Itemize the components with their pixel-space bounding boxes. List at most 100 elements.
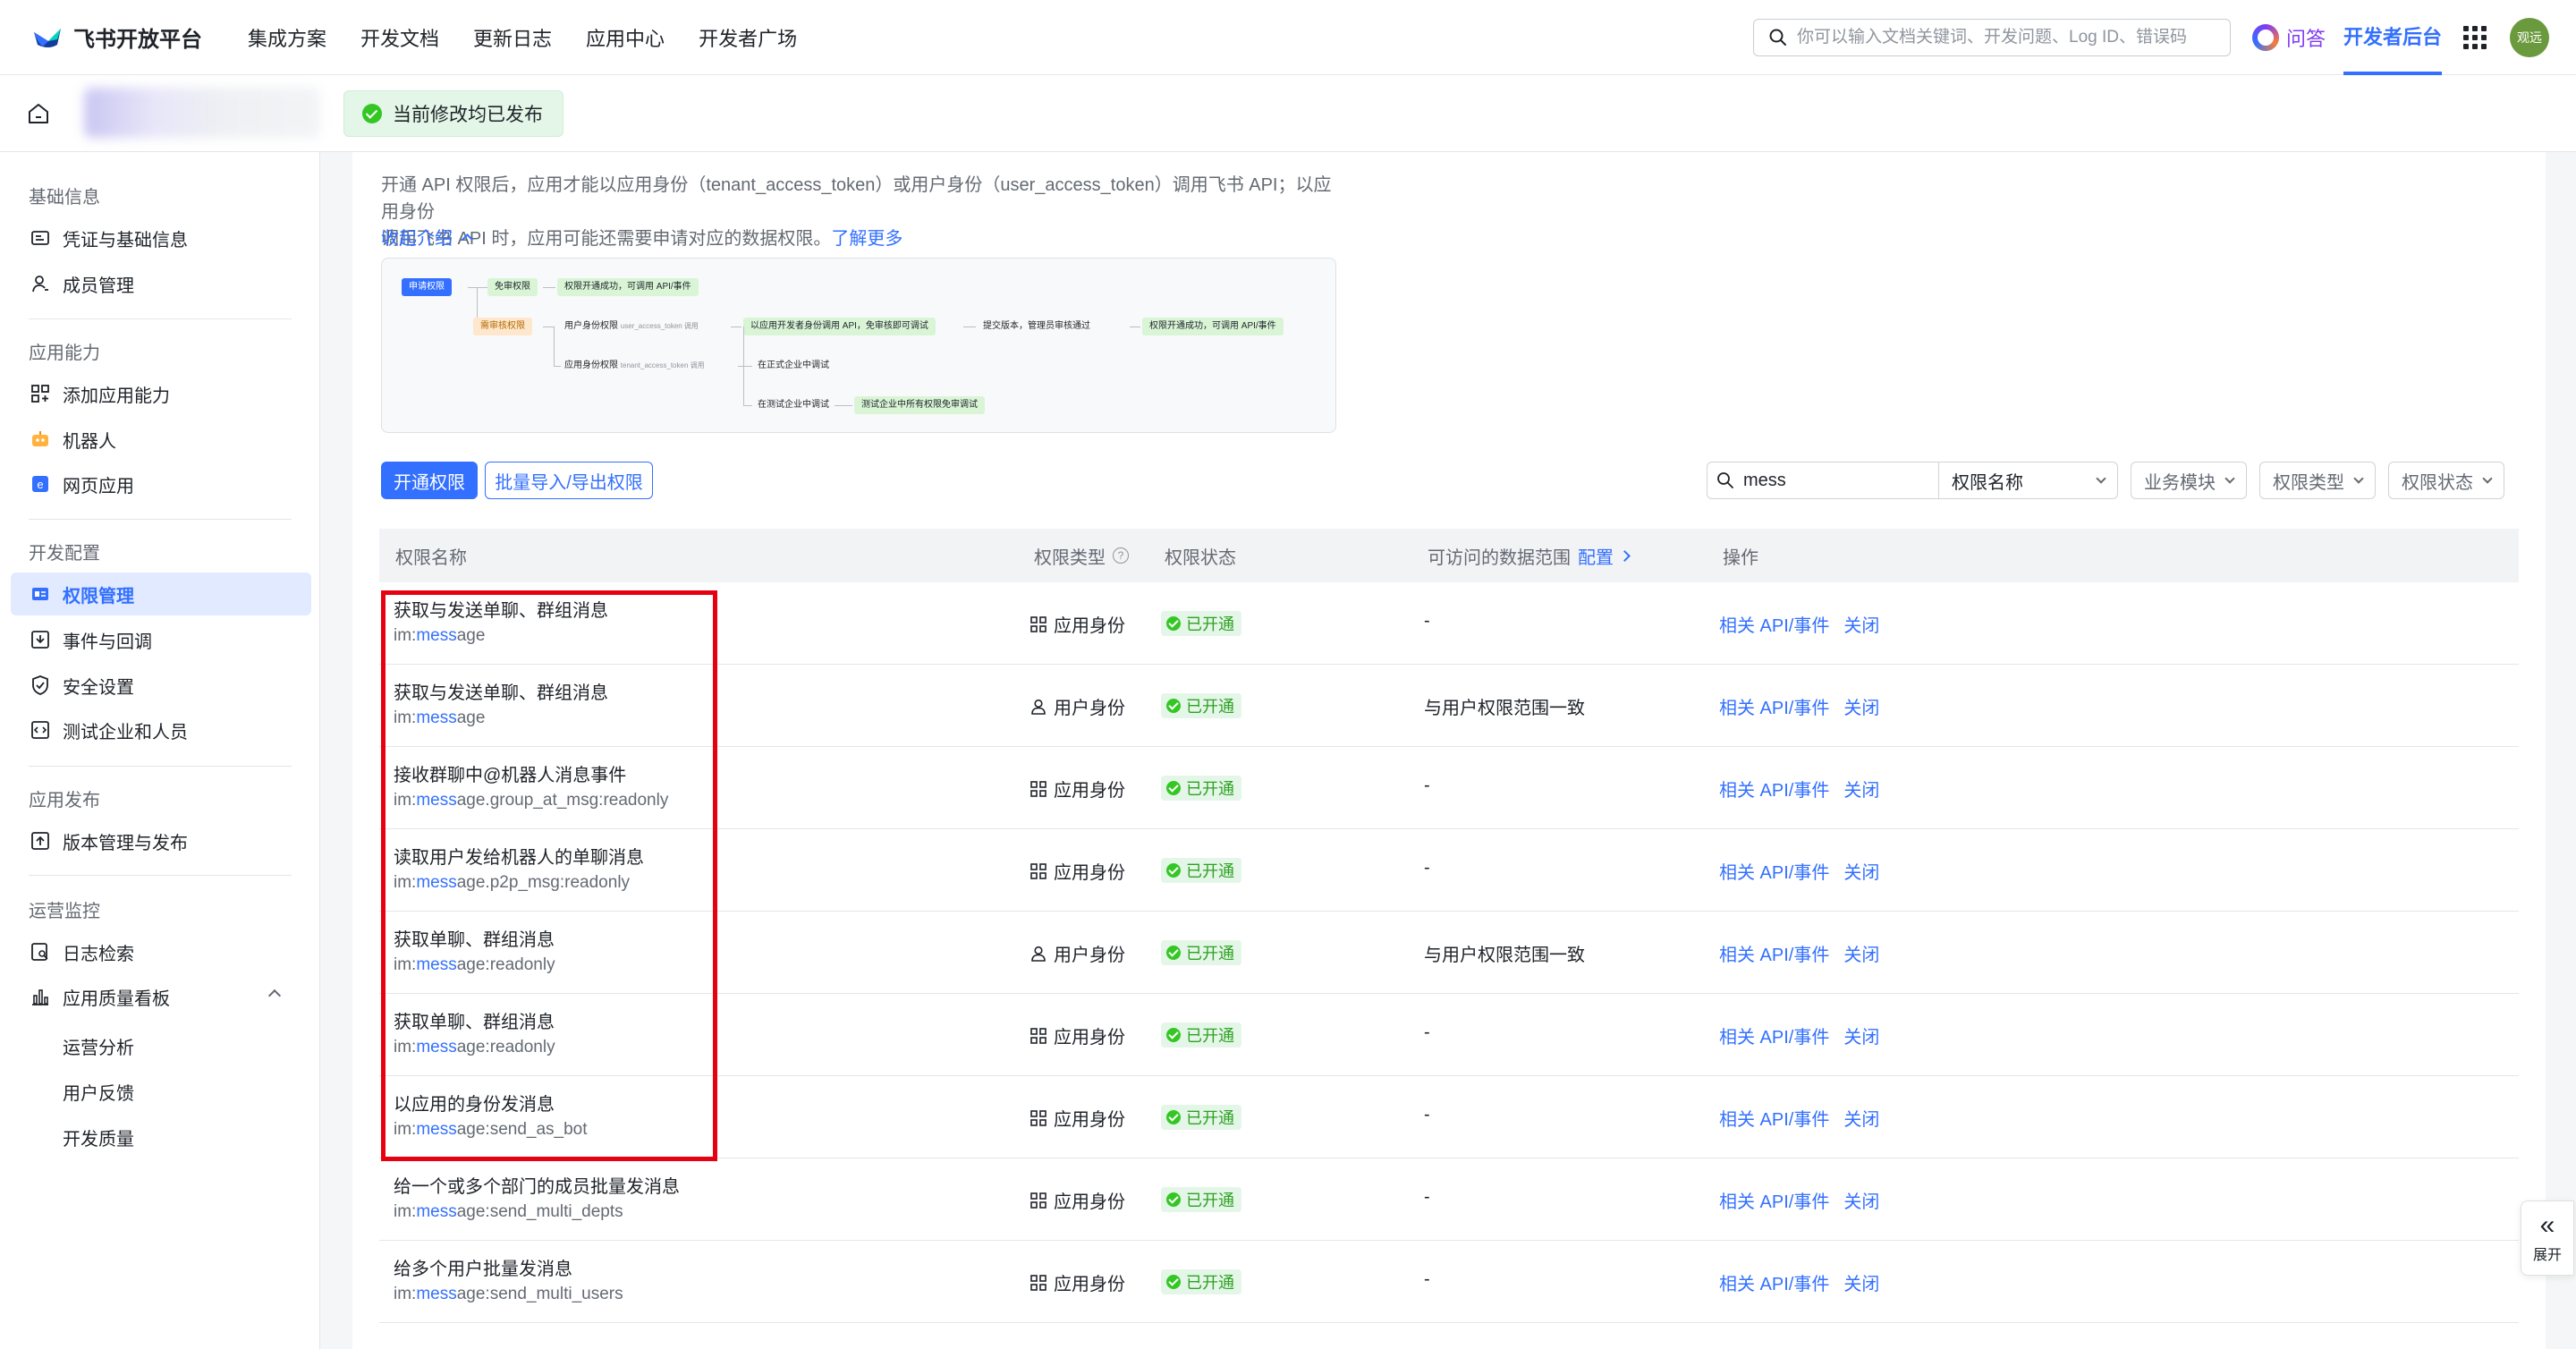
sidebar-item-label: 权限管理: [63, 586, 134, 607]
sidebar-group-basic: 基础信息: [29, 188, 100, 208]
related-api-link[interactable]: 相关 API/事件: [1719, 1105, 1829, 1131]
sidebar-item-bot[interactable]: 机器人: [11, 418, 311, 461]
sidebar-item-members[interactable]: 成员管理: [11, 262, 311, 305]
sidebar-item-permissions[interactable]: 权限管理: [11, 573, 311, 615]
search-field-select[interactable]: 权限名称: [1939, 468, 2117, 494]
logo[interactable]: 飞书开放平台: [30, 20, 202, 54]
nav-link-dev-square[interactable]: 开发者广场: [699, 23, 797, 52]
permission-search-input[interactable]: [1743, 470, 1931, 491]
permission-scope-code: im:message:send_multi_depts: [394, 1202, 623, 1221]
perm-type-filter[interactable]: 权限类型: [2259, 462, 2376, 499]
search-icon: [1769, 29, 1786, 46]
batch-import-export-button[interactable]: 批量导入/导出权限: [485, 462, 653, 499]
global-search[interactable]: [1753, 19, 2231, 56]
sidebar-item-add-capability[interactable]: 添加应用能力: [11, 372, 311, 415]
flow-free-done: 权限开通成功，可调用 API/事件: [557, 278, 699, 296]
ask-button[interactable]: 问答: [2252, 23, 2326, 52]
data-scope-cell: 与用户权限范围一致: [1424, 946, 1585, 965]
bar-chart-icon: [30, 987, 50, 1006]
sidebar-item-log-search[interactable]: 日志检索: [11, 930, 311, 973]
close-permission-link[interactable]: 关闭: [1843, 858, 1879, 884]
flow-submit: 提交版本，管理员审核通过: [983, 321, 1090, 331]
permission-scope-code: im:message:send_multi_users: [394, 1285, 623, 1303]
apps-grid-icon[interactable]: [2463, 26, 2487, 49]
sidebar-item-test-enterprise[interactable]: 测试企业和人员: [11, 708, 311, 751]
upload-icon: [30, 831, 50, 851]
flow-apply: 申请权限: [402, 278, 452, 296]
related-api-link[interactable]: 相关 API/事件: [1719, 940, 1829, 966]
sidebar-sub-ops-analysis[interactable]: 运营分析: [63, 1033, 134, 1059]
sidebar-item-label: 添加应用能力: [63, 386, 170, 406]
sidebar-item-label: 安全设置: [63, 677, 134, 698]
close-permission-link[interactable]: 关闭: [1843, 776, 1879, 802]
help-icon[interactable]: ?: [1113, 547, 1129, 564]
learn-more-link[interactable]: 了解更多: [831, 229, 902, 249]
app-name-blurred: [84, 88, 320, 138]
operations-cell: 相关 API/事件 关闭: [1719, 1105, 1894, 1131]
close-permission-link[interactable]: 关闭: [1843, 611, 1879, 637]
dev-console-tab[interactable]: 开发者后台: [2343, 0, 2443, 75]
app-identity-icon: [1030, 780, 1046, 797]
ask-label: 问答: [2286, 28, 2326, 50]
user-icon: [30, 274, 50, 293]
collapse-intro-button[interactable]: 收起介绍: [381, 224, 473, 250]
permission-type-cell: 应用身份: [1030, 611, 1125, 637]
permission-search[interactable]: 权限名称: [1707, 462, 2118, 499]
global-search-input[interactable]: [1797, 28, 2230, 47]
nav-link-changelog[interactable]: 更新日志: [473, 23, 552, 52]
flow-prod-debug: 在正式企业中调试: [758, 361, 829, 370]
related-api-link[interactable]: 相关 API/事件: [1719, 1022, 1829, 1048]
table-row: 给多个用户批量发消息 im:message:send_multi_users 应用身…: [379, 1241, 2519, 1323]
operations-cell: 相关 API/事件 关闭: [1719, 693, 1894, 719]
data-scope-cell: -: [1424, 1187, 1430, 1207]
sidebar-item-credentials[interactable]: 凭证与基础信息: [11, 216, 311, 259]
permission-type-cell: 应用身份: [1030, 858, 1125, 884]
sidebar-item-events[interactable]: 事件与回调: [11, 618, 311, 661]
check-circle-icon: [1166, 1110, 1181, 1124]
flow-review-done: 权限开通成功，可调用 API/事件: [1142, 318, 1284, 335]
perm-status-filter[interactable]: 权限状态: [2388, 462, 2504, 499]
nav-link-app-center[interactable]: 应用中心: [586, 23, 665, 52]
check-circle-icon: [1166, 863, 1181, 878]
permission-type-cell: 应用身份: [1030, 776, 1125, 802]
related-api-link[interactable]: 相关 API/事件: [1719, 693, 1829, 719]
status-badge: 已开通: [1161, 1269, 1241, 1294]
related-api-link[interactable]: 相关 API/事件: [1719, 1269, 1829, 1295]
sidebar-item-web-app[interactable]: e 网页应用: [11, 462, 311, 505]
status-badge: 已开通: [1161, 940, 1241, 965]
avatar[interactable]: 观远: [2510, 18, 2549, 57]
permission-name-cell: 给一个或多个部门的成员批量发消息 im:message:send_multi_de…: [394, 1175, 680, 1225]
module-filter[interactable]: 业务模块: [2131, 462, 2247, 499]
close-permission-link[interactable]: 关闭: [1843, 693, 1879, 719]
double-chevron-left-icon: «: [2539, 1210, 2555, 1240]
event-icon: [30, 630, 50, 649]
close-permission-link[interactable]: 关闭: [1843, 1187, 1879, 1213]
close-permission-link[interactable]: 关闭: [1843, 1105, 1879, 1131]
highlight-box: [381, 590, 717, 1161]
config-link[interactable]: 配置: [1578, 543, 1631, 569]
sidebar-sub-feedback[interactable]: 用户反馈: [63, 1079, 134, 1105]
status-badge: 已开通: [1161, 1105, 1241, 1130]
home-icon[interactable]: [25, 100, 52, 127]
related-api-link[interactable]: 相关 API/事件: [1719, 776, 1829, 802]
expand-button[interactable]: « 展开: [2521, 1201, 2574, 1276]
chevron-up-icon[interactable]: [267, 988, 282, 1003]
ai-ring-icon: [2252, 24, 2279, 51]
related-api-link[interactable]: 相关 API/事件: [1719, 858, 1829, 884]
open-permission-button[interactable]: 开通权限: [381, 462, 478, 499]
sidebar-item-versions[interactable]: 版本管理与发布: [11, 819, 311, 862]
app-identity-icon: [1030, 1109, 1046, 1126]
sidebar-item-label: 版本管理与发布: [63, 833, 188, 853]
permission-type-cell: 用户身份: [1030, 693, 1125, 719]
close-permission-link[interactable]: 关闭: [1843, 940, 1879, 966]
sidebar-item-quality[interactable]: 应用质量看板: [11, 975, 311, 1018]
nav-link-solutions[interactable]: 集成方案: [248, 23, 326, 52]
related-api-link[interactable]: 相关 API/事件: [1719, 611, 1829, 637]
sidebar-sub-dev-quality[interactable]: 开发质量: [63, 1124, 134, 1150]
close-permission-link[interactable]: 关闭: [1843, 1269, 1879, 1295]
nav-link-docs[interactable]: 开发文档: [360, 23, 439, 52]
logo-text: 飞书开放平台: [73, 27, 202, 52]
sidebar-item-security[interactable]: 安全设置: [11, 664, 311, 707]
close-permission-link[interactable]: 关闭: [1843, 1022, 1879, 1048]
related-api-link[interactable]: 相关 API/事件: [1719, 1187, 1829, 1213]
